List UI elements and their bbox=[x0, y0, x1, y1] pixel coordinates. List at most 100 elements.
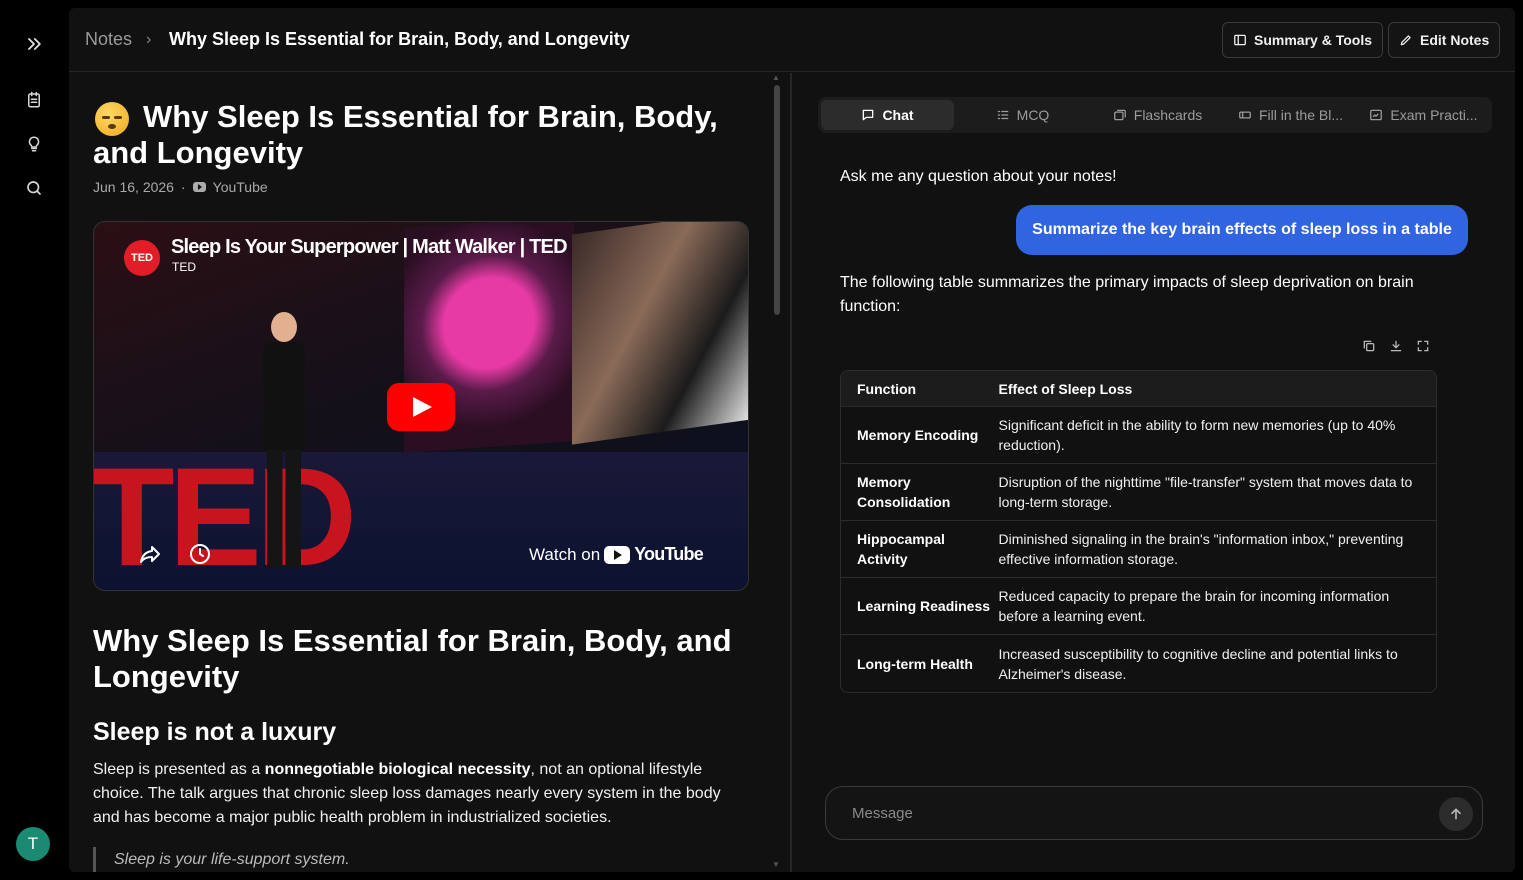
sidebar-panel-icon bbox=[1234, 34, 1246, 46]
table-cell-effect: Significant deficit in the ability to fo… bbox=[998, 417, 1396, 453]
table-header-effect: Effect of Sleep Loss bbox=[998, 380, 1133, 397]
edit-notes-label: Edit Notes bbox=[1420, 32, 1490, 48]
table-cell-function: Memory Consolidation bbox=[857, 474, 951, 510]
breadcrumb-notes-link[interactable]: Notes bbox=[85, 29, 132, 50]
video-title[interactable]: Sleep Is Your Superpower | Matt Walker |… bbox=[171, 236, 568, 259]
table-row: Memory Consolidation Disruption of the n… bbox=[841, 464, 1436, 521]
chat-intro-text: Ask me any question about your notes! bbox=[840, 168, 1117, 185]
speaker-legs bbox=[267, 450, 301, 568]
video-channel[interactable]: TED bbox=[172, 260, 196, 274]
table-row: Memory Encoding Significant deficit in t… bbox=[841, 407, 1436, 464]
table-header-row: Function Effect of Sleep Loss bbox=[841, 371, 1436, 407]
cards-icon bbox=[1113, 109, 1126, 121]
share-icon bbox=[140, 546, 160, 563]
assistant-answer-text: The following table summarizes the prima… bbox=[840, 274, 1414, 315]
send-button[interactable] bbox=[1439, 797, 1473, 831]
breadcrumb-current-title: Why Sleep Is Essential for Brain, Body, … bbox=[169, 29, 630, 49]
tools-pane: Chat MCQ Flashcards Fill in the Bl... Ex… bbox=[792, 73, 1515, 872]
note-meta: Jun 16, 2026 · YouTube bbox=[93, 179, 268, 195]
expand-sidebar-button[interactable] bbox=[20, 30, 48, 58]
copy-icon bbox=[1363, 340, 1375, 352]
note-subheading: Sleep is not a luxury bbox=[93, 718, 337, 746]
tools-tabs: Chat MCQ Flashcards Fill in the Bl... Ex… bbox=[818, 97, 1492, 133]
video-speaker-figure bbox=[259, 312, 309, 572]
play-button[interactable] bbox=[387, 383, 455, 431]
message-input[interactable] bbox=[840, 787, 1400, 839]
summary-table: Function Effect of Sleep Loss Memory Enc… bbox=[840, 370, 1437, 693]
youtube-wordmark: YouTube bbox=[634, 544, 704, 564]
table-cell-function: Hippocampal Activity bbox=[857, 531, 945, 567]
copy-table-button[interactable] bbox=[1362, 339, 1376, 353]
table-cell-function: Learning Readiness bbox=[857, 598, 991, 614]
table-toolbar bbox=[1362, 339, 1430, 353]
tab-exam-practice[interactable]: Exam Practi... bbox=[1357, 100, 1490, 130]
note-source: YouTube bbox=[212, 179, 268, 195]
table-row: Hippocampal Activity Diminished signalin… bbox=[841, 521, 1436, 578]
table-cell-effect: Increased susceptibility to cognitive de… bbox=[998, 645, 1398, 682]
note-scrollbar-thumb[interactable] bbox=[774, 85, 780, 315]
youtube-icon bbox=[192, 182, 206, 192]
edit-notes-button[interactable]: Edit Notes bbox=[1388, 22, 1501, 58]
arrow-up-icon bbox=[1451, 808, 1461, 820]
table-cell-effect: Diminished signaling in the brain's "inf… bbox=[998, 531, 1404, 567]
table-header-function: Function bbox=[857, 380, 917, 397]
tab-chat[interactable]: Chat bbox=[821, 100, 954, 130]
tab-fill-label: Fill in the Bl... bbox=[1258, 107, 1344, 123]
watch-later-button[interactable] bbox=[188, 542, 212, 571]
table-cell-function: Long-term Health bbox=[857, 655, 973, 672]
user-avatar[interactable]: T bbox=[16, 827, 50, 861]
summary-tools-label: Summary & Tools bbox=[1254, 32, 1372, 48]
lightbulb-icon bbox=[28, 136, 40, 152]
para-text-bold: nonnegotiable biological necessity bbox=[264, 761, 531, 778]
ted-channel-logo[interactable]: TED bbox=[124, 240, 160, 276]
watch-on-youtube-link[interactable]: Watch on YouTube bbox=[529, 544, 704, 565]
clock-icon bbox=[190, 544, 210, 564]
note-content-pane[interactable]: Why Sleep Is Essential for Brain, Body, … bbox=[69, 73, 790, 872]
expand-icon bbox=[1417, 340, 1429, 352]
speaker-body bbox=[263, 342, 305, 452]
meta-dot: · bbox=[180, 179, 186, 195]
note-paragraph: Sleep is presented as a nonnegotiable bi… bbox=[93, 758, 743, 830]
message-composer bbox=[825, 786, 1483, 840]
video-stage-ted-letters: TED bbox=[93, 438, 357, 591]
table-cell-function: Memory Encoding bbox=[857, 427, 979, 443]
download-icon bbox=[1390, 340, 1402, 352]
table-row: Long-term Health Increased susceptibilit… bbox=[841, 635, 1436, 692]
table-cell-effect: Disruption of the nighttime "file-transf… bbox=[998, 474, 1413, 510]
tab-mcq[interactable]: MCQ bbox=[956, 100, 1089, 130]
tab-chat-label: Chat bbox=[882, 107, 914, 123]
nav-search-button[interactable] bbox=[20, 174, 48, 202]
video-embed[interactable]: TED TED Sleep Is Your Superpower | Matt … bbox=[93, 221, 749, 591]
tab-exam-label: Exam Practi... bbox=[1390, 107, 1478, 123]
watch-on-label: Watch on bbox=[529, 544, 601, 564]
download-table-button[interactable] bbox=[1389, 339, 1403, 353]
summary-tools-button[interactable]: Summary & Tools bbox=[1222, 22, 1383, 58]
scroll-down-arrow-icon[interactable]: ▼ bbox=[772, 860, 780, 869]
tab-flashcards[interactable]: Flashcards bbox=[1091, 100, 1224, 130]
share-button[interactable] bbox=[138, 542, 162, 571]
user-message-bubble: Summarize the key brain effects of sleep… bbox=[1016, 205, 1468, 255]
tab-flashcards-label: Flashcards bbox=[1133, 107, 1203, 123]
table-cell-effect: Reduced capacity to prepare the brain fo… bbox=[998, 588, 1390, 624]
note-blockquote: Sleep is your life-support system. bbox=[93, 847, 350, 872]
tab-fill-in-the-blank[interactable]: Fill in the Bl... bbox=[1224, 100, 1357, 130]
nav-ideas-button[interactable] bbox=[20, 130, 48, 158]
note-heading: Why Sleep Is Essential for Brain, Body, … bbox=[93, 623, 732, 694]
blank-icon bbox=[1239, 111, 1251, 119]
expand-table-button[interactable] bbox=[1416, 339, 1430, 353]
pencil-icon bbox=[1400, 35, 1411, 46]
main-panel: Notes › Why Sleep Is Essential for Brain… bbox=[69, 8, 1515, 872]
youtube-logo-icon bbox=[604, 545, 631, 564]
scroll-up-arrow-icon[interactable]: ▲ bbox=[772, 73, 780, 82]
breadcrumb-separator-icon: › bbox=[146, 31, 152, 48]
chat-icon bbox=[863, 109, 874, 121]
list-icon bbox=[997, 110, 1008, 120]
note-title: Why Sleep Is Essential for Brain, Body, … bbox=[93, 99, 718, 170]
nav-notes-button[interactable] bbox=[20, 86, 48, 114]
chevrons-right-icon bbox=[28, 38, 41, 50]
video-screen-portrait-image bbox=[572, 222, 748, 445]
tab-mcq-label: MCQ bbox=[1016, 107, 1050, 123]
note-date: Jun 16, 2026 bbox=[93, 179, 174, 195]
para-text-pre: Sleep is presented as a bbox=[93, 761, 265, 778]
table-row: Learning Readiness Reduced capacity to p… bbox=[841, 578, 1436, 635]
